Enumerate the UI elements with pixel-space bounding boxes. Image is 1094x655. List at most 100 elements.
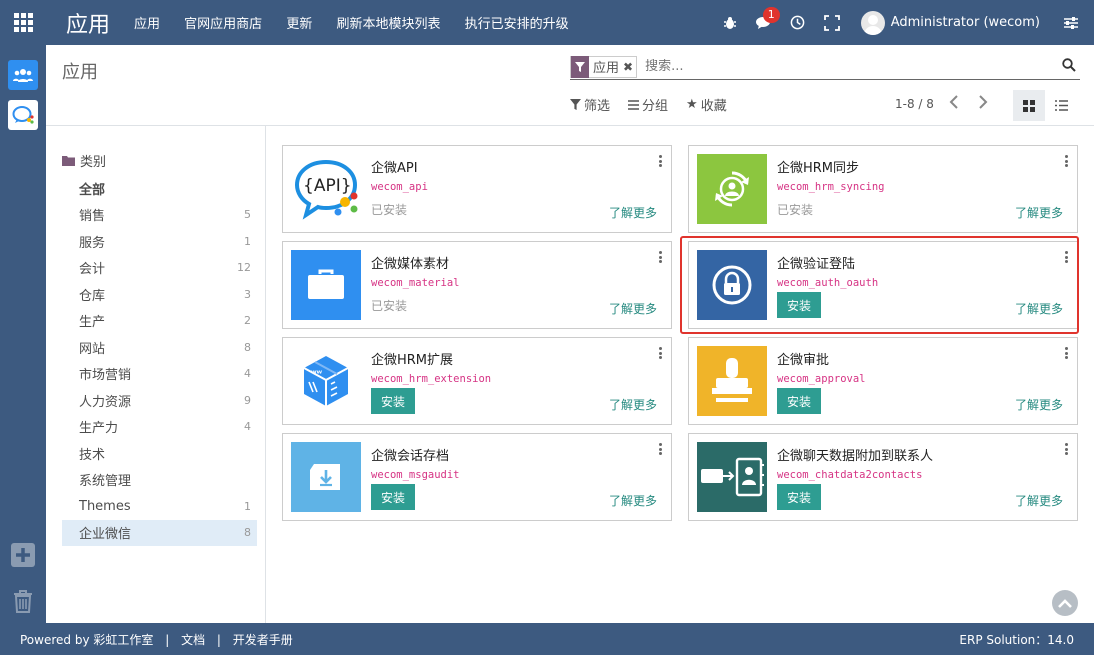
- settings-sliders-icon[interactable]: [1054, 16, 1088, 30]
- install-button[interactable]: 安装: [371, 388, 416, 414]
- app-card[interactable]: 企微聊天数据附加到联系人 wecom_chatdata2contacts 安装 …: [688, 433, 1078, 521]
- app-card[interactable]: 企微HRM同步 wecom_hrm_syncing 已安装 了解更多: [688, 145, 1078, 233]
- contacts-app-icon[interactable]: [8, 60, 38, 90]
- clock-icon[interactable]: [781, 15, 815, 30]
- install-button[interactable]: 安装: [777, 388, 822, 414]
- app-card[interactable]: {API} 企微API wecom_api 已安装 了解更多: [282, 145, 672, 233]
- category-item-hr[interactable]: 人力资源 9: [62, 387, 257, 414]
- chat-icon[interactable]: 1: [747, 6, 781, 30]
- powered-by-text[interactable]: Powered by 彩虹工作室: [20, 633, 153, 647]
- developer-manual-link[interactable]: 开发者手册: [233, 633, 293, 647]
- search-options: 筛选 分组 ★ 收藏: [570, 95, 745, 114]
- pager-next-icon[interactable]: [978, 95, 988, 113]
- card-menu-icon[interactable]: [1065, 251, 1068, 265]
- category-item-inventory[interactable]: 仓库 3: [62, 281, 257, 308]
- category-item-all[interactable]: 全部: [62, 175, 257, 202]
- search-bar: 应用 ✖: [570, 54, 1080, 80]
- category-item-website[interactable]: 网站 8: [62, 334, 257, 361]
- top-navbar: 应用 应用 官网应用商店 更新 刷新本地模块列表 执行已安排的升级 1 Admi…: [0, 0, 1094, 45]
- pager-previous-icon[interactable]: [949, 95, 959, 113]
- api-icon: {API}: [291, 154, 361, 224]
- learn-more-link[interactable]: 了解更多: [1015, 396, 1063, 413]
- install-button[interactable]: 安装: [371, 484, 416, 510]
- star-icon: ★: [686, 97, 698, 112]
- list-view-icon[interactable]: [1045, 90, 1077, 121]
- add-app-icon[interactable]: [8, 540, 38, 570]
- wecom-app-icon[interactable]: [8, 100, 38, 130]
- app-card[interactable]: ᵂᵂ 企微HRM扩展 wecom_hrm_extension 安装 了解更多: [282, 337, 672, 425]
- learn-more-link[interactable]: 了解更多: [609, 396, 657, 413]
- learn-more-link[interactable]: 了解更多: [609, 492, 657, 509]
- facet-value: 应用: [593, 61, 620, 76]
- favorites-dropdown[interactable]: ★ 收藏: [686, 95, 727, 114]
- app-technical-name: wecom_api: [371, 181, 428, 193]
- category-item-manufacturing[interactable]: 生产 2: [62, 308, 257, 335]
- user-name: Administrator (wecom): [890, 15, 1040, 30]
- card-menu-icon[interactable]: [659, 347, 662, 361]
- apps-menu-icon[interactable]: [0, 0, 46, 45]
- user-menu[interactable]: Administrator (wecom): [860, 10, 1040, 35]
- category-header-label: 类别: [80, 155, 107, 170]
- menu-item-app-store[interactable]: 官网应用商店: [184, 17, 262, 32]
- install-button[interactable]: 安装: [777, 292, 822, 318]
- trash-icon[interactable]: [8, 586, 38, 616]
- app-brand-title: 应用: [66, 12, 111, 38]
- category-item-wecom[interactable]: 企业微信 8: [62, 519, 257, 546]
- control-panel: 应用 应用 ✖ 筛选 分组 ★ 收藏 1-8 / 8: [46, 45, 1094, 126]
- app-technical-name: wecom_auth_oauth: [777, 277, 879, 289]
- sync-user-icon: [697, 154, 767, 224]
- category-item-technical[interactable]: 技术: [62, 440, 257, 467]
- category-item-productivity[interactable]: 生产力 4: [62, 414, 257, 441]
- svg-text:{API}: {API}: [303, 176, 352, 196]
- docs-link[interactable]: 文档: [181, 633, 205, 647]
- group-by-dropdown[interactable]: 分组: [628, 95, 668, 114]
- app-name: 企微HRM同步: [777, 161, 860, 176]
- card-menu-icon[interactable]: [1065, 347, 1068, 361]
- pager-value[interactable]: 1-8 / 8: [895, 97, 934, 111]
- card-menu-icon[interactable]: [1065, 443, 1068, 457]
- filter-icon: [570, 99, 581, 110]
- learn-more-link[interactable]: 了解更多: [1015, 492, 1063, 509]
- category-item-administration[interactable]: 系统管理: [62, 467, 257, 494]
- category-item-sales[interactable]: 销售 5: [62, 202, 257, 229]
- filter-dropdown[interactable]: 筛选: [570, 95, 610, 114]
- menu-item-updates[interactable]: 更新: [286, 17, 312, 32]
- learn-more-link[interactable]: 了解更多: [609, 204, 657, 221]
- menu-item-refresh-modules[interactable]: 刷新本地模块列表: [336, 17, 440, 32]
- card-menu-icon[interactable]: [659, 155, 662, 169]
- archive-download-icon: [291, 442, 361, 512]
- card-menu-icon[interactable]: [659, 443, 662, 457]
- app-card[interactable]: 企微验证登陆 wecom_auth_oauth 安装 了解更多: [688, 241, 1078, 329]
- chat-badge: 1: [762, 6, 780, 23]
- fullscreen-icon[interactable]: [815, 14, 849, 31]
- app-card[interactable]: 企微会话存档 wecom_msgaudit 安装 了解更多: [282, 433, 672, 521]
- bug-icon[interactable]: [713, 16, 747, 30]
- page-title: 应用: [62, 62, 98, 83]
- learn-more-link[interactable]: 了解更多: [1015, 204, 1063, 221]
- kanban-view-icon[interactable]: [1013, 90, 1045, 121]
- version-text: ERP Solution：14.0: [959, 632, 1074, 647]
- search-input[interactable]: [645, 59, 1046, 74]
- stamp-icon: [697, 346, 767, 416]
- menu-item-apps[interactable]: 应用: [134, 17, 160, 32]
- remove-facet-icon[interactable]: ✖: [623, 60, 636, 74]
- main-menu: 应用 官网应用商店 更新 刷新本地模块列表 执行已安排的升级: [134, 13, 589, 32]
- search-facet[interactable]: 应用 ✖: [570, 55, 638, 78]
- app-card[interactable]: 企微审批 wecom_approval 安装 了解更多: [688, 337, 1078, 425]
- category-panel: 类别 全部 销售 5 服务 1 会计 12 仓库 3 生产 2 网站 8 市场营销 4 人力资…: [46, 126, 266, 623]
- category-item-themes[interactable]: Themes 1: [62, 493, 257, 520]
- scroll-to-top-icon[interactable]: [1052, 590, 1078, 616]
- category-item-services[interactable]: 服务 1: [62, 228, 257, 255]
- learn-more-link[interactable]: 了解更多: [609, 300, 657, 317]
- menu-item-run-upgrades[interactable]: 执行已安排的升级: [465, 17, 569, 32]
- install-button[interactable]: 安装: [777, 484, 822, 510]
- category-item-accounting[interactable]: 会计 12: [62, 255, 257, 282]
- left-app-sidebar: [0, 45, 46, 623]
- card-menu-icon[interactable]: [1065, 155, 1068, 169]
- search-icon[interactable]: [1062, 58, 1076, 76]
- category-item-marketing[interactable]: 市场营销 4: [62, 361, 257, 388]
- card-menu-icon[interactable]: [659, 251, 662, 265]
- app-card[interactable]: 企微媒体素材 wecom_material 已安装 了解更多: [282, 241, 672, 329]
- learn-more-link[interactable]: 了解更多: [1015, 300, 1063, 317]
- cube-icon: ᵂᵂ: [291, 346, 361, 416]
